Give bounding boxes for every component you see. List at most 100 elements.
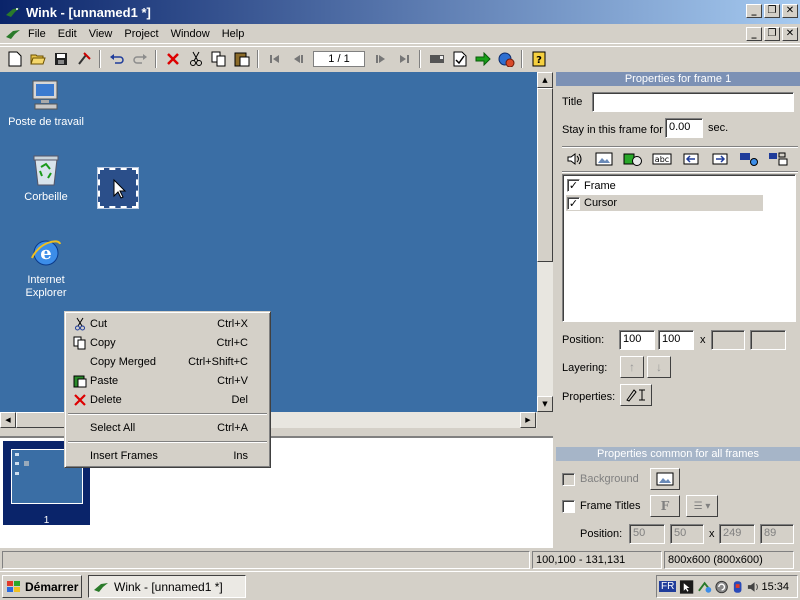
- menu-item-copy-merged[interactable]: Copy Merged Ctrl+Shift+C: [67, 352, 268, 371]
- position-y-input[interactable]: 100: [658, 330, 694, 350]
- object-list[interactable]: ✓ Frame ✓ Cursor: [562, 174, 796, 322]
- export-button[interactable]: [471, 48, 494, 70]
- redo-button[interactable]: [128, 48, 151, 70]
- security-icon[interactable]: [731, 579, 744, 595]
- panel-divider: [562, 171, 798, 173]
- scroll-up-button[interactable]: ▲: [537, 72, 553, 88]
- taskbar-button-wink[interactable]: Wink - [unnamed1 *]: [88, 575, 246, 598]
- copy-button[interactable]: [207, 48, 230, 70]
- start-button[interactable]: Démarrer: [2, 575, 82, 598]
- add-text-button[interactable]: abc: [649, 148, 675, 170]
- previous-frame-button[interactable]: [286, 48, 309, 70]
- cursor-object[interactable]: [97, 167, 139, 209]
- scroll-left-button[interactable]: ◀: [0, 412, 16, 428]
- object-properties-button[interactable]: [620, 384, 652, 406]
- common-size-h-input[interactable]: 89: [760, 524, 794, 544]
- doc-restore-button[interactable]: ❐: [764, 27, 780, 41]
- background-image-button[interactable]: [650, 468, 680, 490]
- menu-item-cut[interactable]: Cut Ctrl+X: [67, 314, 268, 333]
- stay-duration-input[interactable]: 0.00: [665, 118, 703, 138]
- check-icon: ✓: [568, 179, 579, 192]
- clock[interactable]: 15:34: [761, 581, 789, 593]
- restore-button[interactable]: ❐: [764, 4, 780, 18]
- add-link-button[interactable]: [736, 148, 762, 170]
- minimize-icon: _: [751, 28, 757, 39]
- add-next-button[interactable]: [707, 148, 733, 170]
- minimize-button[interactable]: _: [746, 4, 762, 18]
- layering-label: Layering:: [562, 362, 608, 374]
- close-button[interactable]: ✕: [782, 4, 798, 18]
- image-icon: [595, 152, 613, 166]
- common-pos-y-input[interactable]: 50: [670, 524, 704, 544]
- svg-text:abc: abc: [655, 155, 669, 164]
- delete-button[interactable]: [161, 48, 184, 70]
- network-icon[interactable]: [697, 579, 712, 595]
- save-button[interactable]: [49, 48, 72, 70]
- scroll-right-button[interactable]: ▶: [520, 412, 536, 428]
- doc-minimize-button[interactable]: _: [746, 27, 762, 41]
- layer-up-button[interactable]: ↑: [620, 356, 644, 378]
- page-indicator[interactable]: 1 / 1: [313, 51, 365, 67]
- last-frame-button[interactable]: [392, 48, 415, 70]
- close-icon: ✕: [785, 5, 795, 16]
- object-list-item-frame[interactable]: ✓ Frame: [567, 179, 616, 192]
- canvas-vertical-scrollbar[interactable]: ▲ ▼: [537, 72, 553, 412]
- size-height-input[interactable]: [750, 330, 786, 350]
- common-pos-x-input[interactable]: 50: [629, 524, 665, 544]
- menu-item-paste[interactable]: Paste Ctrl+V: [67, 371, 268, 390]
- next-frame-button[interactable]: [369, 48, 392, 70]
- verify-button[interactable]: [448, 48, 471, 70]
- title-align-dropdown[interactable]: ☰ ▾: [686, 495, 718, 517]
- wink-app-icon[interactable]: [4, 4, 22, 20]
- menu-item-shortcut: Del: [231, 393, 248, 406]
- menu-project[interactable]: Project: [118, 28, 164, 40]
- help-button[interactable]: ?: [527, 48, 550, 70]
- cut-button[interactable]: [184, 48, 207, 70]
- frame-checkbox[interactable]: ✓: [567, 179, 580, 192]
- update-icon[interactable]: [714, 579, 729, 595]
- menu-edit[interactable]: Edit: [52, 28, 83, 40]
- size-width-input[interactable]: [711, 330, 745, 350]
- title-bar[interactable]: Wink - [unnamed1 *] _ ❐ ✕: [0, 0, 800, 24]
- wink-capture-icon[interactable]: [679, 579, 694, 595]
- frame-titles-checkbox[interactable]: [562, 500, 575, 513]
- render-button[interactable]: [72, 48, 95, 70]
- desktop-icon-recycle-bin[interactable]: Corbeille: [1, 153, 91, 203]
- menu-item-copy[interactable]: Copy Ctrl+C: [67, 333, 268, 352]
- open-button[interactable]: [26, 48, 49, 70]
- background-checkbox[interactable]: [562, 473, 575, 486]
- scroll-down-button[interactable]: ▼: [537, 396, 553, 412]
- first-frame-button[interactable]: [263, 48, 286, 70]
- position-x-input[interactable]: 100: [619, 330, 655, 350]
- object-list-item-cursor[interactable]: ✓ Cursor: [566, 195, 763, 211]
- preview-frame-button[interactable]: [425, 48, 448, 70]
- volume-icon[interactable]: [746, 579, 761, 595]
- paste-button[interactable]: [230, 48, 253, 70]
- menu-item-delete[interactable]: Delete Del: [67, 390, 268, 409]
- layer-down-button[interactable]: ↓: [647, 356, 671, 378]
- desktop-icon-internet-explorer[interactable]: e Internet Explorer: [1, 236, 91, 300]
- menu-help[interactable]: Help: [216, 28, 251, 40]
- menu-file[interactable]: File: [22, 28, 52, 40]
- doc-close-button[interactable]: ✕: [782, 27, 798, 41]
- menu-item-select-all[interactable]: Select All Ctrl+A: [67, 418, 268, 437]
- common-size-w-input[interactable]: 249: [719, 524, 755, 544]
- menu-item-insert-frames[interactable]: Insert Frames Ins: [67, 446, 268, 465]
- new-button[interactable]: [3, 48, 26, 70]
- browser-button[interactable]: [494, 48, 517, 70]
- desktop-icon-computer[interactable]: Poste de travail: [1, 78, 91, 128]
- document-icon[interactable]: [4, 26, 22, 42]
- add-sound-button[interactable]: [562, 148, 588, 170]
- add-grouped-button[interactable]: [765, 148, 791, 170]
- title-input[interactable]: [592, 92, 794, 112]
- title-font-button[interactable]: F: [650, 495, 680, 517]
- vertical-scroll-thumb[interactable]: [537, 88, 553, 262]
- add-image-button[interactable]: [591, 148, 617, 170]
- add-shape-button[interactable]: [620, 148, 646, 170]
- menu-window[interactable]: Window: [165, 28, 216, 40]
- add-back-button[interactable]: [678, 148, 704, 170]
- menu-view[interactable]: View: [83, 28, 119, 40]
- cursor-checkbox[interactable]: ✓: [567, 196, 580, 210]
- undo-button[interactable]: [105, 48, 128, 70]
- language-indicator[interactable]: FR: [659, 581, 677, 592]
